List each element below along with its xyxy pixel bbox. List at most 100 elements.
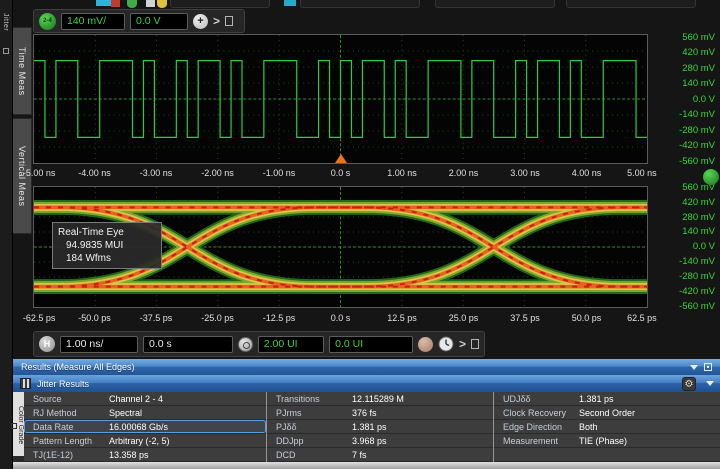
timebase-scale-field[interactable]: 1.00 ns/	[60, 336, 138, 353]
result-value: 13.358 ps	[109, 450, 149, 460]
eye-info-mui: 94.9835 MUI	[58, 239, 156, 252]
table-row[interactable]: Pattern LengthArbitrary (-2, 5)	[24, 434, 266, 448]
x-axis-label: -12.5 ps	[263, 313, 296, 323]
top-tab-fragment	[300, 0, 420, 8]
chevron-right-icon[interactable]: >	[459, 338, 466, 350]
results-column-1: SourceChannel 2 - 4RJ MethodSpectralData…	[24, 392, 266, 462]
clock-icon[interactable]	[438, 336, 454, 352]
chevron-down-icon[interactable]	[706, 381, 714, 386]
waveform-trace	[34, 35, 647, 163]
pin-icon[interactable]	[704, 363, 712, 371]
result-value: 16.00068 Gb/s	[109, 422, 168, 432]
ui-scale-field[interactable]: 2.00 UI	[258, 336, 324, 353]
channel-toolbar: 2-4 140 mV/ 0.0 V + >	[33, 9, 245, 33]
window-icon[interactable]	[225, 16, 233, 26]
gear-icon[interactable]: ⚙	[682, 377, 696, 391]
results-header-bar[interactable]: Results (Measure All Edges)	[13, 359, 720, 375]
result-value: TIE (Phase)	[579, 436, 627, 446]
result-label: Clock Recovery	[494, 408, 579, 418]
table-row[interactable]: Transitions12.115289 M	[267, 392, 493, 406]
results-panel: Results (Measure All Edges) Jitter Resul…	[13, 359, 720, 462]
x-axis-label: 4.00 ns	[572, 168, 602, 178]
top-tab-fragment	[435, 0, 555, 8]
left-rail: Jitter	[0, 0, 13, 469]
table-row[interactable]: DDJpp3.968 ps	[267, 434, 493, 448]
x-axis-label: 0.0 s	[331, 313, 351, 323]
timebase-position-field[interactable]: 0.0 s	[143, 336, 233, 353]
table-row[interactable]: SourceChannel 2 - 4	[24, 392, 266, 406]
jitter-results-table: SourceChannel 2 - 4RJ MethodSpectralData…	[24, 392, 720, 462]
checkbox-icon[interactable]	[11, 423, 17, 429]
result-value: Second Order	[579, 408, 635, 418]
oscilloscope-screen: Jitter Time Meas Vertical Meas 2-4 140 m…	[0, 0, 720, 469]
result-label: Edge Direction	[494, 422, 579, 432]
results-column-2: Transitions12.115289 MPJrms376 fsPJδδ1.3…	[266, 392, 493, 462]
vertical-offset-field[interactable]: 0.0 V	[130, 13, 188, 30]
x-axis-label: -5.00 ns	[23, 168, 56, 178]
result-value: 376 fs	[352, 408, 377, 418]
jitter-results-icon	[20, 378, 31, 389]
y-axis-label: -560 mV	[650, 157, 718, 167]
jitter-results-header-bar[interactable]: Jitter Results ⚙	[13, 375, 720, 392]
plus-icon[interactable]: +	[193, 14, 208, 29]
color-grade-label: Color Grade	[17, 406, 24, 444]
result-value: Arbitrary (-2, 5)	[109, 436, 170, 446]
result-value: 3.968 ps	[352, 436, 387, 446]
y-axis-label: -140 mV	[650, 110, 718, 120]
channel-badge-icon[interactable]	[703, 169, 719, 185]
table-row[interactable]: PJrms376 fs	[267, 406, 493, 420]
result-label: DCD	[267, 450, 352, 460]
trigger-marker-icon[interactable]	[335, 154, 347, 163]
y-axis-label: 140 mV	[650, 227, 718, 237]
table-row[interactable]: Edge DirectionBoth	[494, 420, 720, 434]
table-row[interactable]: Data Rate16.00068 Gb/s	[24, 420, 266, 434]
y-axis-label: 0.0 V	[650, 95, 718, 105]
table-row[interactable]: TJ(1E-12)13.358 ps	[24, 448, 266, 462]
sidebar-tab-time-meas[interactable]: Time Meas	[13, 27, 32, 115]
vertical-scale-field[interactable]: 140 mV/	[61, 13, 125, 30]
ui-offset-field[interactable]: 0.0 UI	[329, 336, 413, 353]
channel-badge-icon[interactable]: 2-4	[39, 13, 56, 30]
window-icon[interactable]	[471, 339, 479, 349]
table-row[interactable]: RJ MethodSpectral	[24, 406, 266, 420]
acquisition-badge-icon[interactable]	[418, 337, 433, 352]
y-axis-label: 420 mV	[650, 48, 718, 58]
chevron-right-icon[interactable]: >	[213, 15, 220, 27]
table-row[interactable]	[494, 448, 720, 462]
x-axis-label: 50.0 ps	[572, 313, 602, 323]
x-axis-label: 37.5 ps	[510, 313, 540, 323]
result-value: 12.115289 M	[352, 394, 404, 404]
result-label: Measurement	[494, 436, 579, 446]
result-value: 1.381 ps	[579, 394, 614, 404]
x-axis-label: -37.5 ps	[140, 313, 173, 323]
results-title: Results (Measure All Edges)	[21, 362, 135, 372]
x-axis-label: -25.0 ps	[201, 313, 234, 323]
table-row[interactable]: MeasurementTIE (Phase)	[494, 434, 720, 448]
result-label: Pattern Length	[24, 436, 109, 446]
result-value: Spectral	[109, 408, 142, 418]
table-row[interactable]: UDJδδ1.381 ps	[494, 392, 720, 406]
horizontal-badge-icon[interactable]: H	[39, 336, 55, 352]
x-axis-label: 1.00 ns	[387, 168, 417, 178]
bottom-panel-edge	[13, 462, 720, 469]
x-axis-label: 2.00 ns	[449, 168, 479, 178]
y-axis-label: -140 mV	[650, 257, 718, 267]
chevron-down-icon[interactable]	[690, 365, 698, 370]
table-row[interactable]: DCD7 fs	[267, 448, 493, 462]
color-grade-tab[interactable]: Color Grade	[13, 392, 24, 456]
unit-interval-badge-icon[interactable]	[238, 337, 253, 352]
top-fragment-teal	[284, 0, 296, 6]
y-axis-label: -420 mV	[650, 141, 718, 151]
jitter-panel-label: Jitter	[2, 13, 9, 31]
x-axis-label: 12.5 ps	[387, 313, 417, 323]
x-axis-label: -3.00 ns	[140, 168, 173, 178]
y-axis-label: -280 mV	[650, 272, 718, 282]
result-value: Both	[579, 422, 598, 432]
waveform-display[interactable]	[33, 34, 648, 164]
table-row[interactable]: PJδδ1.381 ps	[267, 420, 493, 434]
waveform-x-axis: -5.00 ns-4.00 ns-3.00 ns-2.00 ns-1.00 ns…	[33, 168, 648, 179]
result-label: Source	[24, 394, 109, 404]
y-axis-label: 0.0 V	[650, 242, 718, 252]
window-icon[interactable]	[3, 48, 9, 54]
table-row[interactable]: Clock RecoverySecond Order	[494, 406, 720, 420]
